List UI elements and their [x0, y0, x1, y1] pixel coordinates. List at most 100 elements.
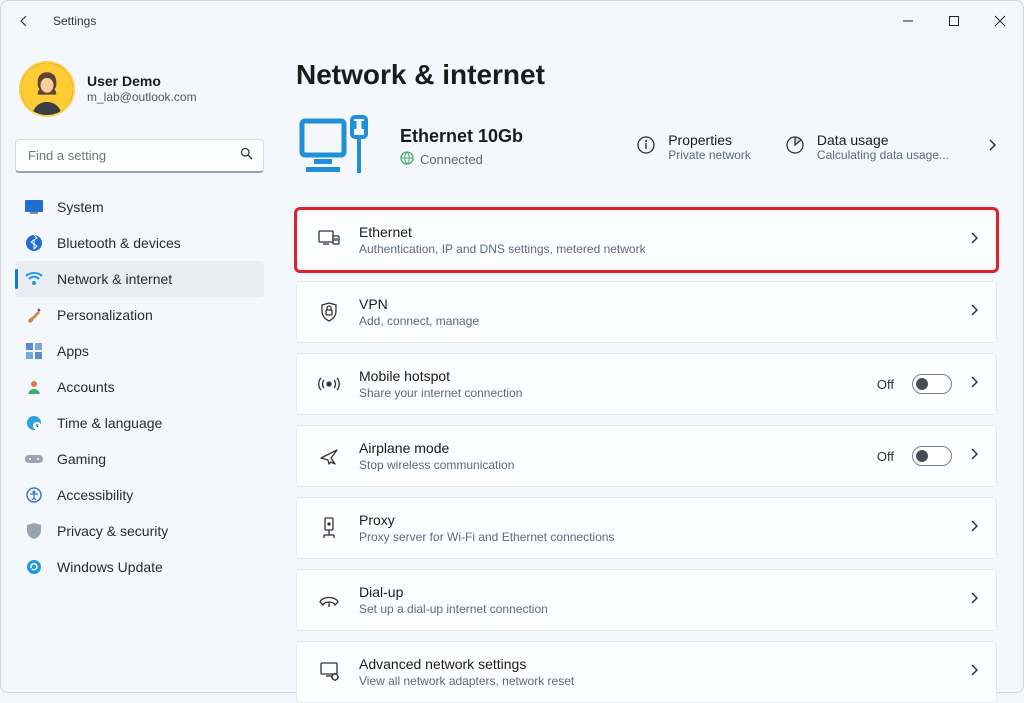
profile-name: User Demo: [87, 73, 197, 90]
row-title: VPN: [359, 296, 970, 312]
row-title: Airplane mode: [359, 440, 877, 456]
globe-clock-icon: [25, 414, 43, 432]
row-sub: Stop wireless communication: [359, 458, 877, 472]
content: Network & internet Ethernet 10Gb Connect: [276, 41, 1023, 703]
sidebar-item-windows-update[interactable]: Windows Update: [15, 549, 264, 585]
bluetooth-icon: [25, 234, 43, 252]
airplane-icon: [315, 446, 343, 466]
window-minimize-button[interactable]: [885, 1, 931, 41]
accounts-icon: [25, 378, 43, 396]
profile-email: m_lab@outlook.com: [87, 90, 197, 104]
row-sub: Authentication, IP and DNS settings, met…: [359, 242, 970, 256]
sidebar-item-apps[interactable]: Apps: [15, 333, 264, 369]
connection-status-block: Ethernet 10Gb Connected Properties Priva…: [296, 107, 997, 187]
search-wrap: [15, 139, 264, 173]
back-button[interactable]: [11, 8, 37, 34]
row-mobile-hotspot[interactable]: Mobile hotspot Share your internet conne…: [296, 353, 997, 415]
proxy-icon: [315, 517, 343, 539]
row-advanced-network[interactable]: Advanced network settings View all netwo…: [296, 641, 997, 703]
row-sub: Share your internet connection: [359, 386, 877, 400]
chevron-right-icon: [970, 375, 978, 393]
sidebar-item-network[interactable]: Network & internet: [15, 261, 264, 297]
sidebar-item-label: Gaming: [57, 451, 106, 467]
properties-block[interactable]: Properties Private network: [636, 132, 751, 162]
search-icon: [239, 146, 254, 166]
avatar: [19, 61, 75, 117]
toggle-state-label: Off: [877, 377, 894, 392]
row-sub: Set up a dial-up internet connection: [359, 602, 970, 616]
hotspot-toggle[interactable]: [912, 374, 952, 394]
sidebar-item-label: System: [57, 199, 104, 215]
data-usage-label: Data usage: [817, 132, 949, 148]
toggle-state-label: Off: [877, 449, 894, 464]
row-vpn[interactable]: VPN Add, connect, manage: [296, 281, 997, 343]
sidebar-item-label: Privacy & security: [57, 523, 168, 539]
pc-ethernet-icon: [296, 107, 376, 187]
row-ethernet[interactable]: Ethernet Authentication, IP and DNS sett…: [296, 209, 997, 271]
properties-label: Properties: [668, 132, 751, 148]
sidebar-item-label: Personalization: [57, 307, 153, 323]
sidebar-item-time-language[interactable]: Time & language: [15, 405, 264, 441]
sidebar-item-bluetooth[interactable]: Bluetooth & devices: [15, 225, 264, 261]
window-controls: [885, 1, 1023, 41]
data-usage-sub: Calculating data usage...: [817, 148, 949, 162]
row-proxy[interactable]: Proxy Proxy server for Wi-Fi and Etherne…: [296, 497, 997, 559]
sidebar-item-label: Accounts: [57, 379, 115, 395]
sidebar-item-label: Windows Update: [57, 559, 163, 575]
sidebar: User Demo m_lab@outlook.com System Bluet…: [1, 41, 276, 703]
profile-block[interactable]: User Demo m_lab@outlook.com: [15, 55, 264, 131]
data-usage-icon: [785, 135, 805, 160]
row-dialup[interactable]: Dial-up Set up a dial-up internet connec…: [296, 569, 997, 631]
chevron-right-icon: [970, 663, 978, 681]
row-title: Advanced network settings: [359, 656, 970, 672]
sidebar-item-personalization[interactable]: Personalization: [15, 297, 264, 333]
connection-status: Connected: [420, 152, 483, 167]
nav-list: System Bluetooth & devices Network & int…: [15, 189, 264, 585]
data-usage-block[interactable]: Data usage Calculating data usage...: [785, 132, 949, 162]
sidebar-item-label: Accessibility: [57, 487, 133, 503]
sidebar-item-label: Bluetooth & devices: [57, 235, 181, 251]
system-icon: [25, 198, 43, 216]
row-title: Dial-up: [359, 584, 970, 600]
sidebar-item-accounts[interactable]: Accounts: [15, 369, 264, 405]
lock-shield-icon: [315, 302, 343, 322]
sidebar-item-label: Time & language: [57, 415, 162, 431]
sidebar-item-privacy[interactable]: Privacy & security: [15, 513, 264, 549]
chevron-right-icon: [970, 591, 978, 609]
chevron-right-icon: [970, 447, 978, 465]
settings-list: Ethernet Authentication, IP and DNS sett…: [296, 209, 997, 703]
globe-connected-icon: [400, 151, 414, 168]
row-title: Proxy: [359, 512, 970, 528]
chevron-right-icon: [970, 519, 978, 537]
ethernet-icon: [315, 230, 343, 250]
wifi-icon: [25, 270, 43, 288]
window-maximize-button[interactable]: [931, 1, 977, 41]
hotspot-icon: [315, 375, 343, 393]
properties-sub: Private network: [668, 148, 751, 162]
row-airplane-mode[interactable]: Airplane mode Stop wireless communicatio…: [296, 425, 997, 487]
sidebar-item-label: Network & internet: [57, 271, 172, 287]
advanced-network-icon: [315, 662, 343, 682]
airplane-toggle[interactable]: [912, 446, 952, 466]
row-title: Ethernet: [359, 224, 970, 240]
row-sub: Add, connect, manage: [359, 314, 970, 328]
row-title: Mobile hotspot: [359, 368, 877, 384]
search-input[interactable]: [15, 139, 264, 173]
row-sub: Proxy server for Wi-Fi and Ethernet conn…: [359, 530, 970, 544]
chevron-right-icon: [970, 303, 978, 321]
sidebar-item-label: Apps: [57, 343, 89, 359]
page-title: Network & internet: [296, 59, 997, 91]
sidebar-item-accessibility[interactable]: Accessibility: [15, 477, 264, 513]
connection-name: Ethernet 10Gb: [400, 126, 523, 147]
shield-icon: [25, 522, 43, 540]
dialup-icon: [315, 592, 343, 608]
sidebar-item-system[interactable]: System: [15, 189, 264, 225]
apps-icon: [25, 342, 43, 360]
titlebar: Settings: [1, 1, 1023, 41]
chevron-right-icon: [970, 231, 978, 249]
chevron-right-icon[interactable]: [987, 138, 997, 157]
window-close-button[interactable]: [977, 1, 1023, 41]
info-icon: [636, 135, 656, 160]
accessibility-icon: [25, 486, 43, 504]
sidebar-item-gaming[interactable]: Gaming: [15, 441, 264, 477]
